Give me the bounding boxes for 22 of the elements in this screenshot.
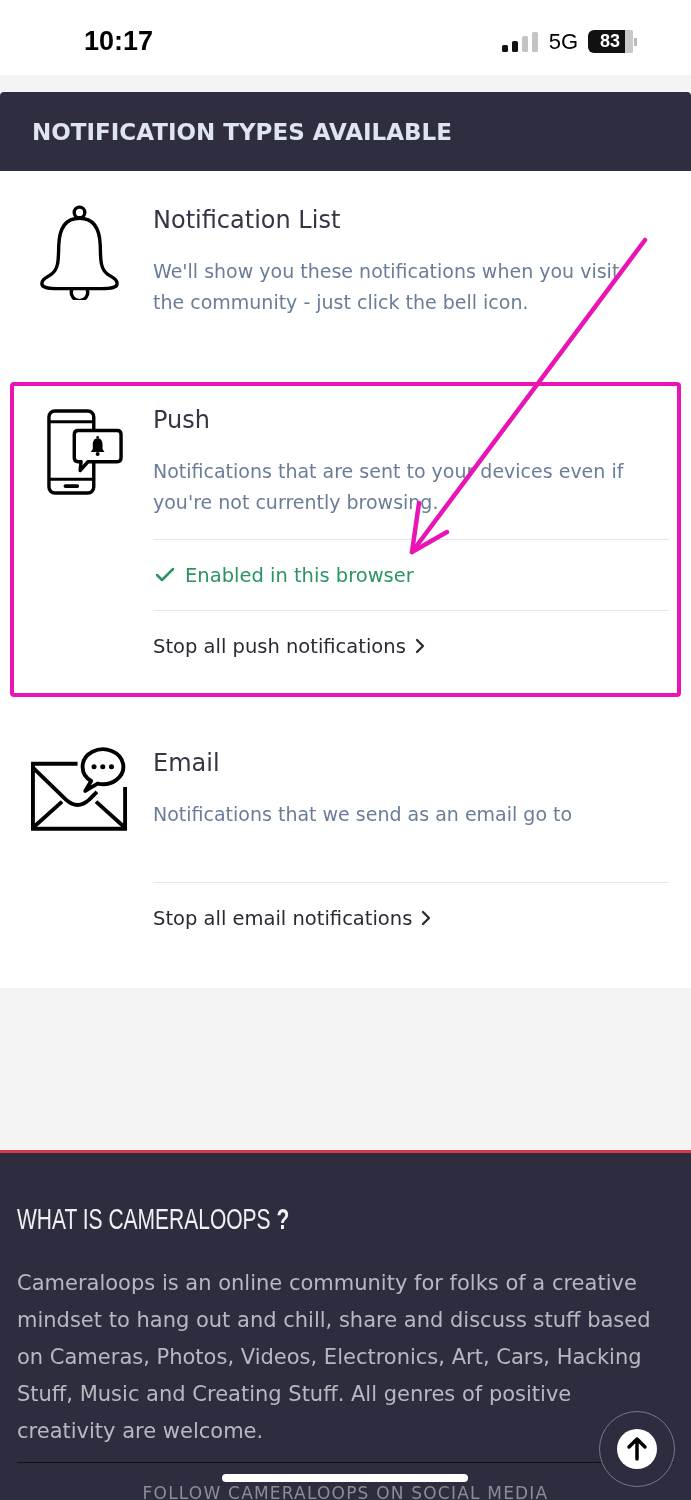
stop-notifications-link[interactable]: Stop all push notifications [153, 634, 425, 658]
battery-indicator: 83 [588, 30, 637, 53]
chevron-right-icon [414, 638, 425, 654]
section-heading: NOTIFICATION TYPES AVAILABLE [0, 92, 691, 171]
checkmark-icon [155, 567, 175, 583]
type-description: We'll show you these notifications when you visit the community - just click the bell icon. [153, 259, 621, 315]
arrow-up-icon [617, 1429, 657, 1469]
type-description: Notifications that we send as an email go to [153, 802, 574, 827]
type-title: Email [153, 748, 221, 779]
status-time: 10:17 [84, 26, 154, 57]
network-type: 5G [548, 28, 578, 55]
footer-heading: WHAT IS CAMERALOOPS ? [17, 1201, 290, 1237]
type-title: Notification List [153, 205, 342, 236]
stop-notifications-link[interactable]: Stop all email notifications [153, 906, 432, 930]
bell-icon [38, 204, 121, 300]
envelope-chat-icon [31, 746, 128, 832]
chevron-right-icon [421, 910, 432, 926]
signal-icon [501, 31, 538, 52]
phone-notification-icon [47, 409, 123, 495]
type-title: Push [153, 405, 211, 436]
status-text: Enabled in this browser [185, 563, 414, 587]
follow-heading: FOLLOW CAMERALOOPS ON SOCIAL MEDIA [141, 1485, 550, 1500]
